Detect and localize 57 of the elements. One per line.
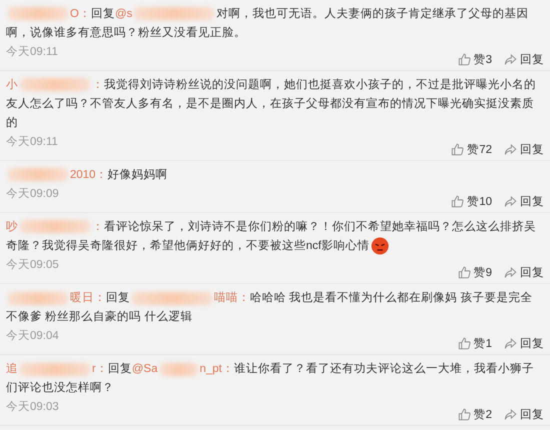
username[interactable]: O： <box>70 8 91 20</box>
reply-button[interactable]: 回复 <box>504 336 544 352</box>
username[interactable]: ： <box>92 221 104 233</box>
blurred-username-drawing <box>8 168 68 182</box>
blurred-username-drawing <box>8 292 68 304</box>
username[interactable]: 追 <box>6 363 18 376</box>
comment-time: 今天09:11 <box>6 134 58 149</box>
mentioned-username[interactable]: @Sa <box>132 363 158 376</box>
reply-button[interactable]: 回复 <box>504 265 544 280</box>
forward-arrow-icon <box>504 337 517 350</box>
comment-text: 暖日：回复 喵喵：哈哈哈 我也是看不懂为什么都在刷像妈 孩子要是完全不像爹 粉丝那么自豪的吗 什么逻辑 <box>6 290 534 326</box>
comment-text: 小 ：我觉得刘诗诗粉丝说的没问题啊，她们也挺喜欢小孩子的，不过是批评曝光小名的友人怎么了吗？不管友人多有名，是不是圈内人，在孩子父母都没有宣布的情况下曝光确实挺没素质的 <box>6 77 537 131</box>
comment-text: 吵 ：看评论惊呆了，刘诗诗不是你们粉的嘛？！你们不希望她幸福吗？怎么这么排挤吴奇隆？我觉得吴奇隆很好，希望他俩好好的，不要被这些ncf影响心情 <box>6 218 544 256</box>
thumbs-up-icon <box>458 266 471 280</box>
comment-text: 2010：好像妈妈啊 <box>6 166 544 185</box>
mentioned-username[interactable]: n_pt： <box>200 363 234 376</box>
forward-arrow-icon <box>504 408 517 422</box>
like-button[interactable]: 赞72 <box>451 142 492 157</box>
forward-arrow-icon <box>504 143 517 156</box>
like-button[interactable]: 赞2 <box>458 407 492 422</box>
comment-text: O：回复@s 对啊，我也可无语。人夫妻俩的孩子肯定继承了父母的基因啊，说像谁多有意思吗？粉丝又没看见正脸。 <box>6 6 530 41</box>
forward-arrow-icon <box>504 53 517 66</box>
comment-time: 今天09:05 <box>6 258 59 272</box>
comment-text: 追 r：回复@Sa n_pt：谁让你看了？看了还有功夫评论这么一大堆，我看小狮子们评论也没怎样啊？ <box>6 361 535 396</box>
forward-arrow-icon <box>504 195 517 208</box>
blurred-username-drawing <box>160 362 198 376</box>
username[interactable]: 吵 <box>6 221 18 233</box>
reply-button[interactable]: 回复 <box>504 52 544 67</box>
blurred-username-drawing <box>8 7 68 20</box>
mentioned-username[interactable]: 喵喵： <box>214 292 250 304</box>
reply-button[interactable]: 回复 <box>504 194 544 209</box>
angry-face-icon <box>371 237 390 255</box>
reply-button[interactable]: 回复 <box>504 407 544 422</box>
thumbs-up-icon <box>451 195 464 208</box>
like-button[interactable]: 赞1 <box>458 336 492 352</box>
like-button[interactable]: 赞3 <box>458 52 492 67</box>
username[interactable]: r： <box>92 363 108 376</box>
thumbs-up-icon <box>458 337 471 350</box>
comment-time: 今天09:11 <box>6 44 58 59</box>
username[interactable]: 小 <box>6 79 18 91</box>
comment-time: 今天09:09 <box>6 186 59 201</box>
username[interactable]: 2010： <box>70 169 108 181</box>
thumbs-up-icon <box>451 143 464 156</box>
blurred-username-drawing <box>20 78 90 92</box>
username[interactable]: ： <box>92 79 104 91</box>
comment-time: 今天09:03 <box>6 400 59 414</box>
comment-time: 今天09:04 <box>6 328 59 344</box>
forward-arrow-icon <box>504 266 517 280</box>
like-button[interactable]: 赞9 <box>458 265 492 280</box>
blurred-username-drawing <box>20 362 90 376</box>
thumbs-up-icon <box>458 408 471 422</box>
username[interactable]: 暖日： <box>70 292 106 304</box>
mentioned-username[interactable]: @s <box>114 8 132 20</box>
blurred-username-drawing <box>20 220 90 234</box>
like-button[interactable]: 赞10 <box>451 194 492 209</box>
reply-button[interactable]: 回复 <box>504 142 544 157</box>
thumbs-up-icon <box>458 53 471 66</box>
